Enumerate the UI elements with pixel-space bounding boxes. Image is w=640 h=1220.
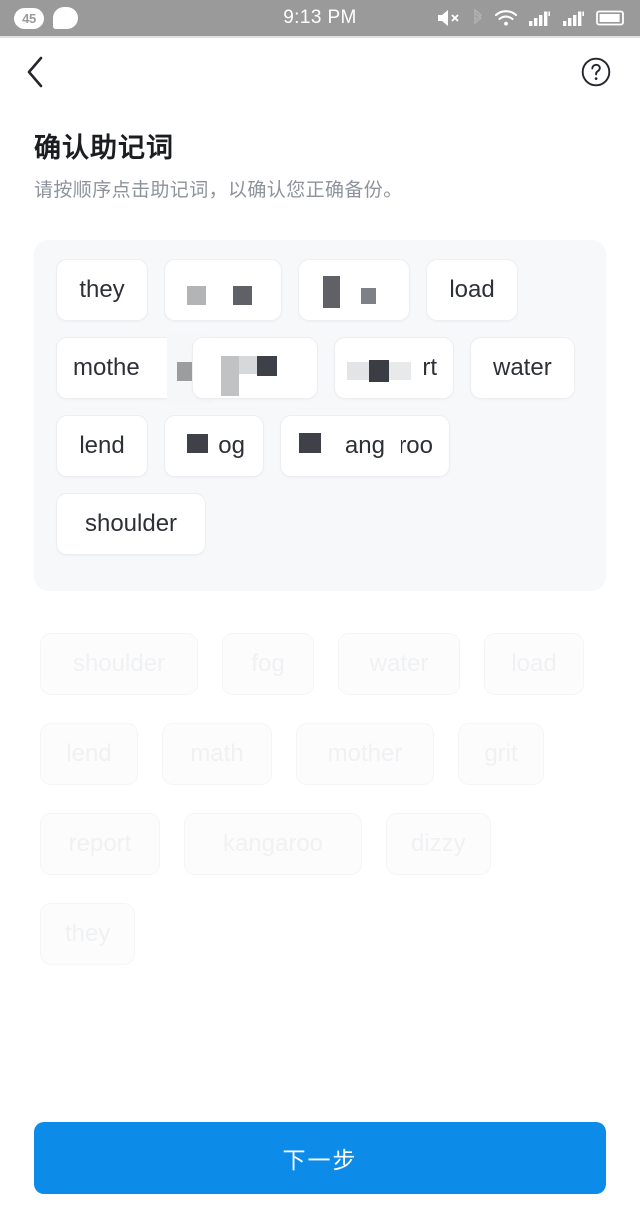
word-bank-label: load <box>511 650 557 678</box>
selected-chip-label: mothe <box>73 354 140 382</box>
selected-chip-6[interactable] <box>192 337 318 400</box>
word-bank-chip[interactable]: fog <box>222 633 314 696</box>
word-bank-chip[interactable]: lend <box>40 723 138 786</box>
volume-mute-icon <box>436 8 462 28</box>
signal-bars-icon-2 <box>562 8 586 28</box>
word-bank-chip[interactable]: grit <box>458 723 544 786</box>
word-bank-chip[interactable]: shoulder <box>40 633 198 696</box>
signal-bars-icon-1 <box>528 8 552 28</box>
selected-chip-label: load <box>449 276 495 304</box>
status-bar-left: 45 <box>14 7 78 29</box>
word-bank-label: they <box>65 920 111 948</box>
header-section: 确认助记词 请按顺序点击助记词，以确认您正确备份。 <box>0 110 640 204</box>
selected-chip-label: water <box>493 354 552 382</box>
word-bank-label: lend <box>66 740 112 768</box>
word-bank-chip[interactable]: load <box>484 633 584 696</box>
selected-chip-11[interactable]: angaroo <box>280 415 450 478</box>
selected-chip-12[interactable]: shoulder <box>56 493 206 556</box>
wifi-icon <box>494 8 518 28</box>
question-circle-icon <box>580 56 612 93</box>
footer: 下一步 <box>0 1122 640 1194</box>
redaction-overlay <box>165 416 263 476</box>
battery-icon <box>596 9 626 27</box>
selected-words-panel: they load mothe rt water lend og angaroo… <box>34 240 606 592</box>
next-step-button[interactable]: 下一步 <box>34 1122 606 1194</box>
chevron-left-icon <box>24 55 46 94</box>
bluetooth-icon <box>472 8 484 28</box>
selected-chip-8[interactable]: water <box>470 337 575 400</box>
selected-chip-label: og <box>218 432 245 460</box>
selected-chip-4[interactable]: load <box>426 259 518 322</box>
redaction-overlay <box>193 338 317 398</box>
back-button[interactable] <box>24 52 68 96</box>
word-bank-chip[interactable]: kangaroo <box>184 813 362 876</box>
navigation-bar <box>0 38 640 110</box>
word-bank-label: fog <box>251 650 285 678</box>
word-bank-label: shoulder <box>72 650 166 678</box>
selected-chip-10[interactable]: og <box>164 415 264 478</box>
word-bank: shoulder fog water load lend math mother… <box>28 633 612 993</box>
word-bank-chip[interactable]: dizzy <box>386 813 491 876</box>
word-bank-chip[interactable]: mother <box>296 723 434 786</box>
word-bank-label: grit <box>484 740 518 768</box>
selected-chip-9[interactable]: lend <box>56 415 148 478</box>
word-bank-chip[interactable]: they <box>40 903 136 966</box>
word-bank-chip[interactable]: water <box>338 633 460 696</box>
word-bank-label: report <box>68 830 132 858</box>
selected-chip-1[interactable]: they <box>56 259 148 322</box>
word-bank-chip[interactable]: report <box>40 813 160 876</box>
status-bar: 45 9:13 PM <box>0 0 640 36</box>
status-bar-right <box>436 8 626 28</box>
redaction-overlay <box>165 260 281 320</box>
help-button[interactable] <box>576 54 616 94</box>
word-bank-label: kangaroo <box>222 830 324 858</box>
selected-chip-label: lend <box>79 432 125 460</box>
word-bank-chip[interactable]: math <box>162 723 272 786</box>
notification-count-badge: 45 <box>14 7 44 29</box>
message-bubble-icon <box>53 7 78 29</box>
selected-chip-label: angaroo <box>344 432 433 460</box>
selected-chip-label: shoulder <box>84 510 178 538</box>
word-bank-label: dizzy <box>411 830 466 858</box>
selected-chip-label: they <box>79 276 125 304</box>
selected-chip-5[interactable]: mothe <box>56 334 213 405</box>
selected-chip-label: rt <box>422 354 437 382</box>
selected-chip-7[interactable]: rt <box>334 337 454 400</box>
selected-chip-3[interactable] <box>298 259 410 322</box>
word-bank-label: mother <box>327 740 403 768</box>
redaction-overlay <box>299 260 409 320</box>
page-subtitle: 请按顺序点击助记词，以确认您正确备份。 <box>34 179 403 201</box>
page-title: 确认助记词 <box>34 133 174 163</box>
word-bank-label: water <box>369 650 429 678</box>
word-bank-label: math <box>190 740 244 768</box>
selected-chip-2[interactable] <box>164 259 282 322</box>
